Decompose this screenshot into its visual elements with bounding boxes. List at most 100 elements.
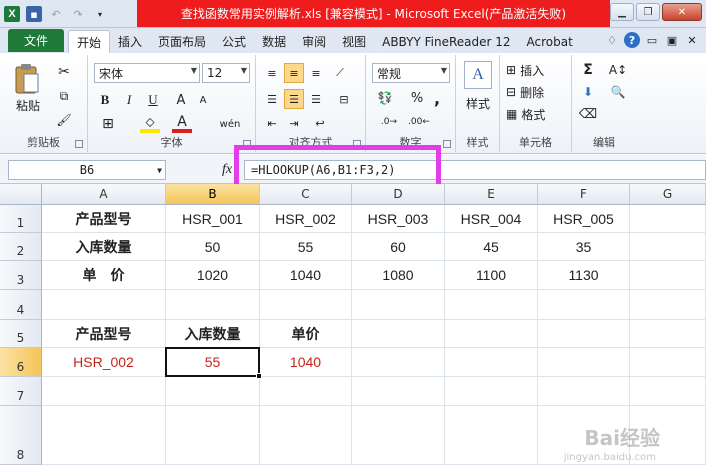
workbook-restore-icon[interactable]: ▣ — [664, 32, 680, 48]
decrease-indent-icon[interactable]: ⇤ — [262, 113, 282, 133]
cell-e8[interactable] — [445, 406, 538, 465]
sort-filter-icon[interactable]: A↕ — [606, 61, 630, 79]
save-icon[interactable]: ▪ — [26, 6, 42, 22]
workbook-close-icon[interactable]: ✕ — [684, 32, 700, 48]
cell-b1[interactable]: HSR_001 — [166, 205, 260, 233]
tab-3[interactable]: 公式 — [214, 30, 254, 53]
increase-decimal-icon[interactable]: .0→ — [376, 113, 402, 131]
cell-b5[interactable]: 入库数量 — [166, 320, 260, 348]
row-header-3[interactable]: 3 — [0, 261, 42, 290]
cell-f3[interactable]: 1130 — [538, 261, 630, 290]
fill-handle[interactable] — [256, 373, 262, 379]
currency-icon[interactable]: 💱 — [372, 89, 398, 107]
cell-c2[interactable]: 55 — [260, 233, 352, 261]
row-header-1[interactable]: 1 — [0, 205, 42, 233]
number-launcher-icon[interactable] — [443, 140, 451, 148]
decrease-decimal-icon[interactable]: .00← — [406, 113, 432, 131]
grow-font-button[interactable]: A — [172, 91, 190, 109]
align-top-icon[interactable]: ≡ — [262, 63, 282, 83]
cell-b6[interactable]: 55 — [165, 347, 260, 377]
cell-a7[interactable] — [42, 377, 166, 406]
paste-button[interactable]: 粘贴 — [8, 97, 48, 113]
font-color-button[interactable]: A — [172, 114, 192, 133]
increase-indent-icon[interactable]: ⇥ — [284, 113, 304, 133]
cell-c3[interactable]: 1040 — [260, 261, 352, 290]
fill-icon[interactable]: ⬇ — [578, 83, 598, 101]
tab-8[interactable]: Acrobat — [519, 30, 581, 53]
clipboard-launcher-icon[interactable] — [75, 140, 83, 148]
row-header-7[interactable]: 7 — [0, 377, 42, 406]
column-header-d[interactable]: D — [352, 184, 445, 205]
cell-g6[interactable] — [630, 348, 706, 377]
cell-b2[interactable]: 50 — [166, 233, 260, 261]
font-name-select[interactable]: 宋体 ▼ — [94, 63, 200, 83]
percent-button[interactable]: % — [408, 89, 426, 107]
name-box[interactable]: B6 ▼ — [8, 160, 166, 180]
cell-e7[interactable] — [445, 377, 538, 406]
cell-c6[interactable]: 1040 — [260, 348, 352, 377]
wrap-text-icon[interactable]: ↩ — [310, 113, 330, 133]
cell-c5[interactable]: 单价 — [260, 320, 352, 348]
cell-e1[interactable]: HSR_004 — [445, 205, 538, 233]
cell-b4[interactable] — [166, 290, 260, 320]
cell-d8[interactable] — [352, 406, 445, 465]
cell-d4[interactable] — [352, 290, 445, 320]
cell-f5[interactable] — [538, 320, 630, 348]
row-header-5[interactable]: 5 — [0, 320, 42, 348]
column-header-b[interactable]: B — [166, 184, 260, 205]
merge-center-icon[interactable]: ⊟ — [334, 89, 354, 109]
excel-icon[interactable]: X — [4, 6, 20, 22]
column-header-g[interactable]: G — [630, 184, 706, 205]
restore-button[interactable]: ❐ — [636, 3, 660, 21]
clear-icon[interactable]: ⌫ — [578, 105, 598, 123]
help-icon[interactable]: ? — [624, 32, 640, 48]
bold-button[interactable]: B — [96, 91, 114, 109]
cell-g2[interactable] — [630, 233, 706, 261]
cell-e6[interactable] — [445, 348, 538, 377]
align-center-icon[interactable]: ☰ — [284, 89, 304, 109]
tab-0[interactable]: 开始 — [68, 30, 111, 53]
row-header-2[interactable]: 2 — [0, 233, 42, 261]
cell-f6[interactable] — [538, 348, 630, 377]
alignment-launcher-icon[interactable] — [353, 140, 361, 148]
align-left-icon[interactable]: ☰ — [262, 89, 282, 109]
column-header-e[interactable]: E — [445, 184, 538, 205]
italic-button[interactable]: I — [120, 91, 138, 109]
select-all-corner[interactable] — [0, 184, 42, 205]
insert-function-button[interactable]: fx — [222, 162, 232, 178]
align-right-icon[interactable]: ☰ — [306, 89, 326, 109]
align-bottom-icon[interactable]: ≡ — [306, 63, 326, 83]
format-cells-button[interactable]: ▦ 格式 — [506, 105, 566, 123]
undo-icon[interactable]: ↶ — [48, 6, 64, 22]
cell-c4[interactable] — [260, 290, 352, 320]
row-header-8[interactable]: 8 — [0, 406, 42, 465]
cell-c8[interactable] — [260, 406, 352, 465]
cell-f4[interactable] — [538, 290, 630, 320]
cell-a3[interactable]: 单 价 — [42, 261, 166, 290]
cell-e4[interactable] — [445, 290, 538, 320]
cut-icon[interactable]: ✂ — [54, 63, 74, 81]
cell-e5[interactable] — [445, 320, 538, 348]
cell-d3[interactable]: 1080 — [352, 261, 445, 290]
cell-d7[interactable] — [352, 377, 445, 406]
cell-a1[interactable]: 产品型号 — [42, 205, 166, 233]
font-size-select[interactable]: 12 ▼ — [202, 63, 250, 83]
redo-icon[interactable]: ↷ — [70, 6, 86, 22]
tab-6[interactable]: 视图 — [334, 30, 374, 53]
cell-d5[interactable] — [352, 320, 445, 348]
formula-input[interactable]: =HLOOKUP(A6,B1:F3,2) — [244, 160, 706, 180]
number-format-select[interactable]: 常规 ▼ — [372, 63, 450, 83]
cell-b8[interactable] — [166, 406, 260, 465]
delete-cells-button[interactable]: ⊟ 删除 — [506, 83, 566, 101]
cell-g1[interactable] — [630, 205, 706, 233]
underline-button[interactable]: U — [144, 91, 162, 109]
cell-f2[interactable]: 35 — [538, 233, 630, 261]
shrink-font-button[interactable]: A — [194, 91, 212, 109]
cell-b3[interactable]: 1020 — [166, 261, 260, 290]
find-select-icon[interactable]: 🔍 — [606, 83, 630, 101]
autosum-button[interactable]: Σ — [578, 61, 598, 79]
fill-color-icon[interactable]: ⬦ — [140, 115, 160, 133]
cell-g5[interactable] — [630, 320, 706, 348]
cell-a4[interactable] — [42, 290, 166, 320]
cell-g7[interactable] — [630, 377, 706, 406]
